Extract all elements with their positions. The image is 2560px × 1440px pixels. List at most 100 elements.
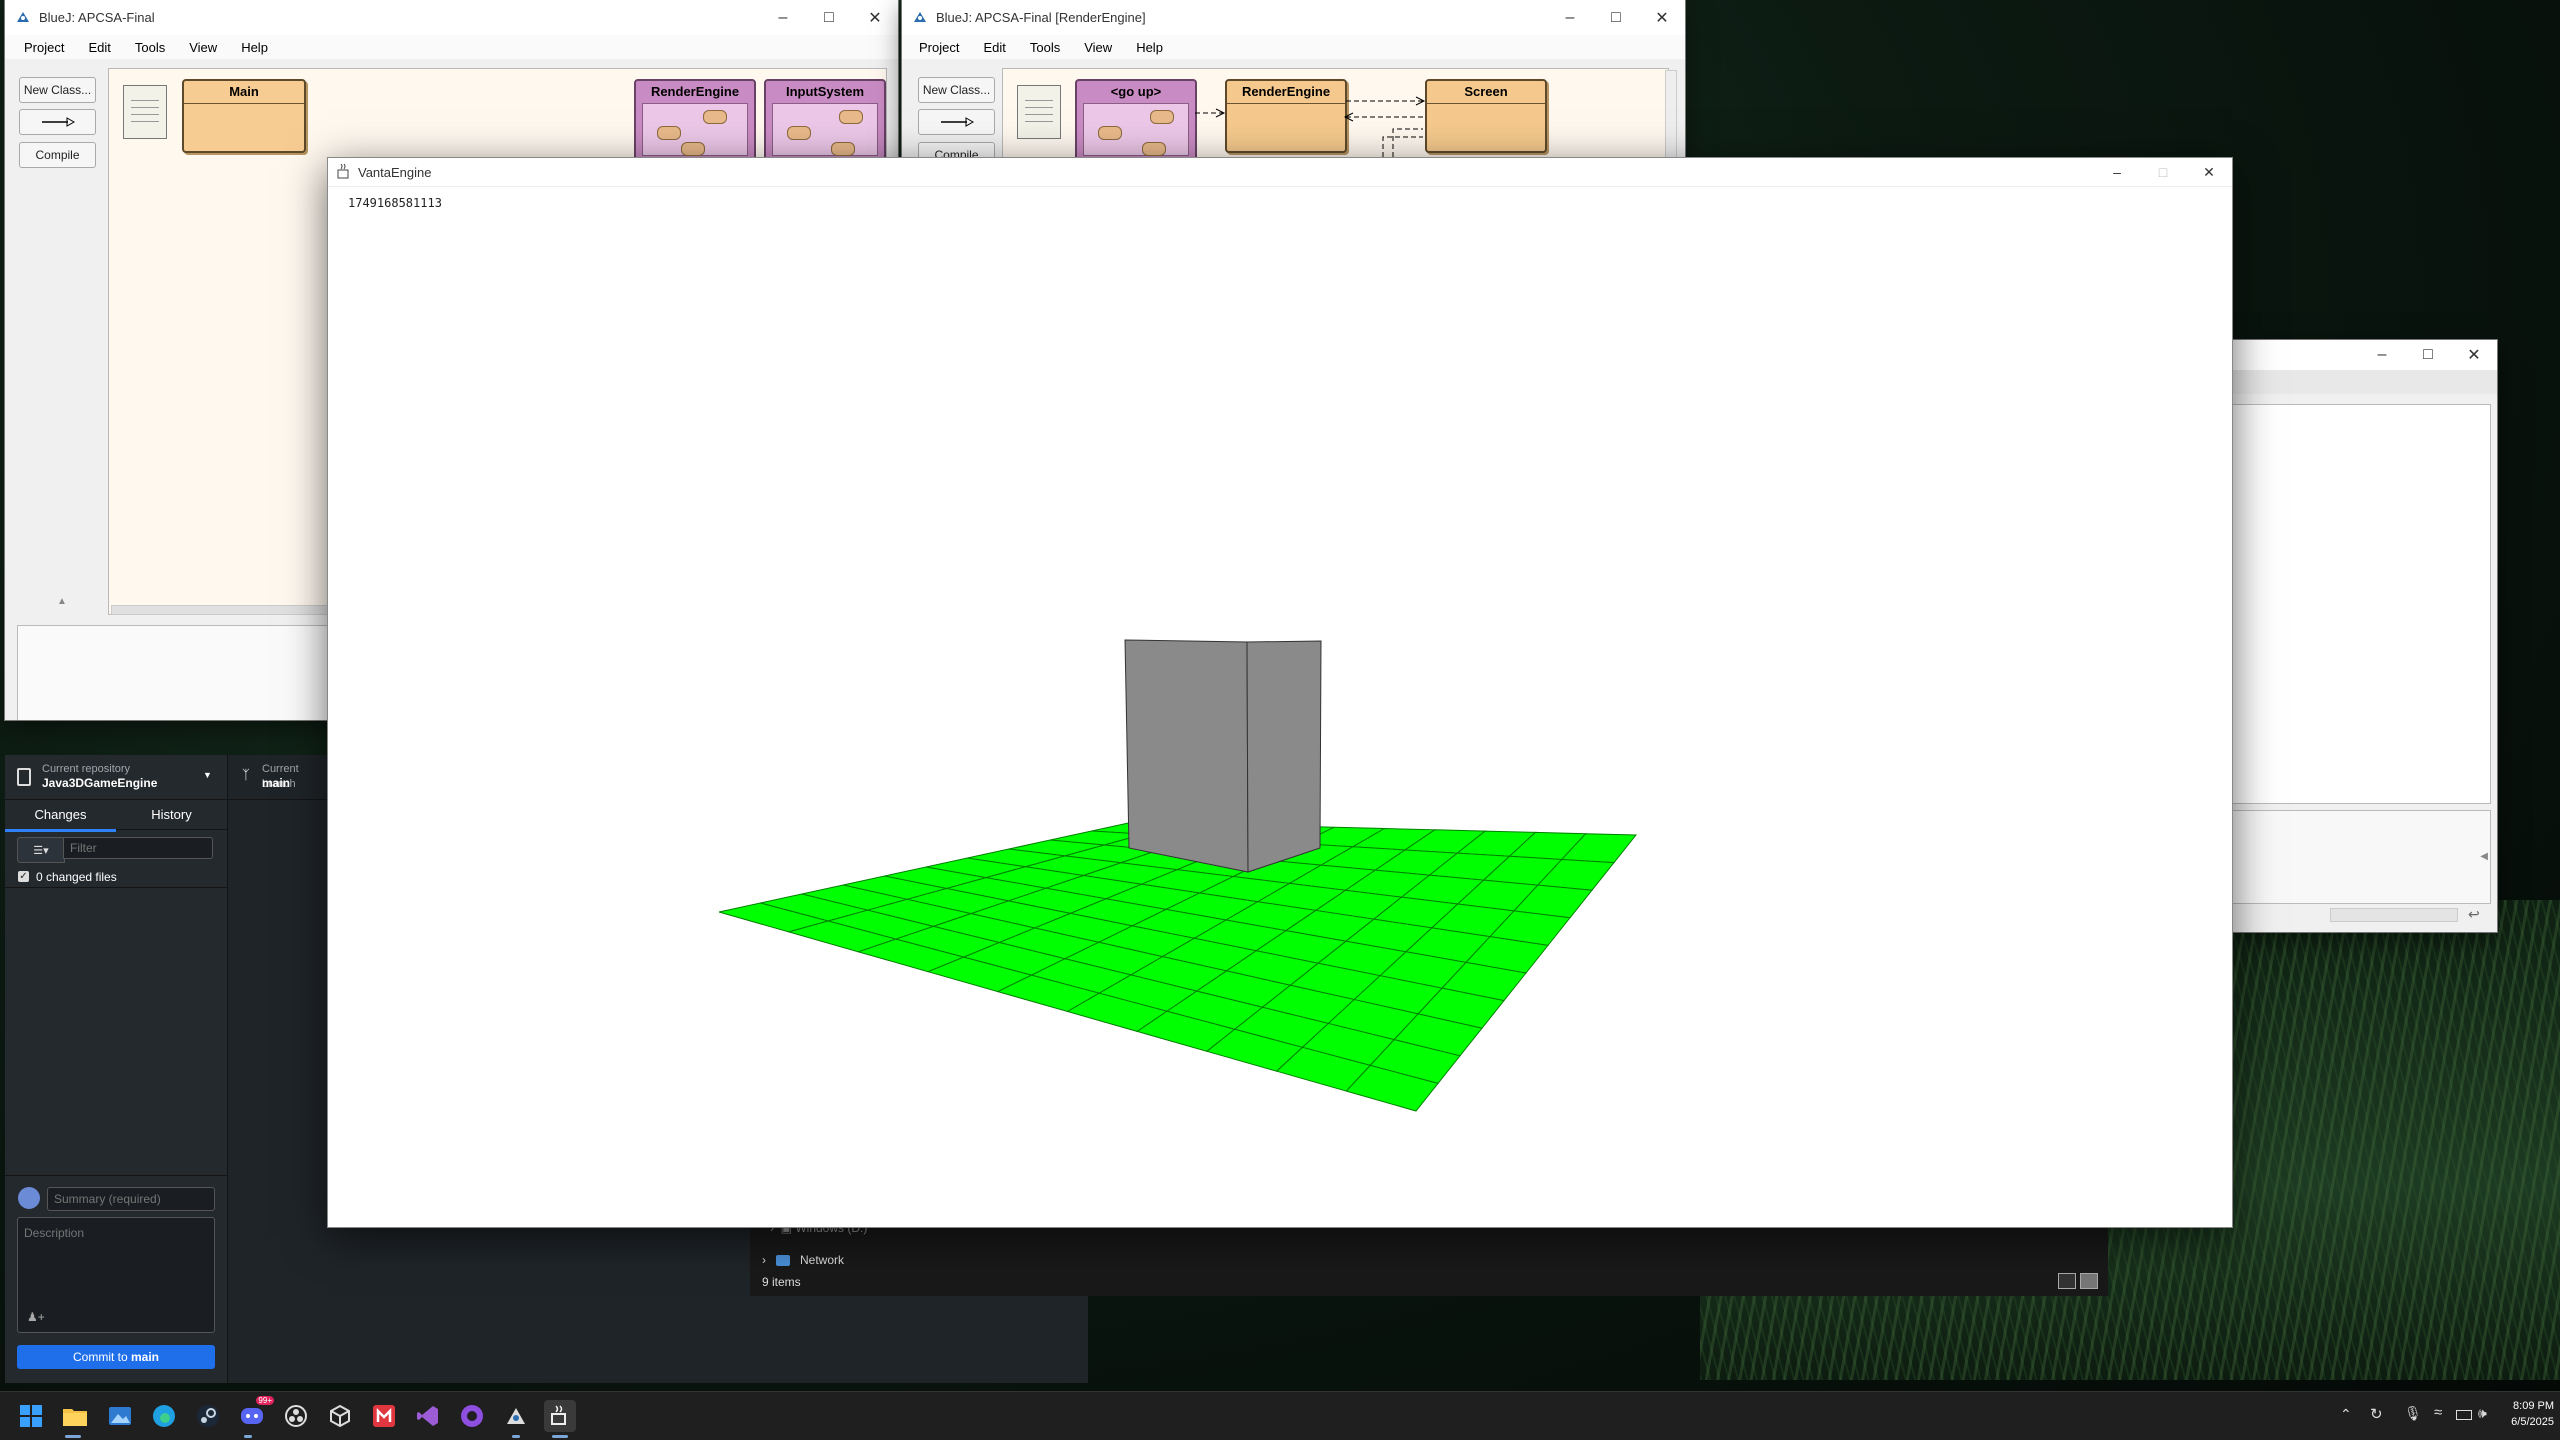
battery-icon[interactable] xyxy=(2456,1410,2472,1420)
mcreator-icon[interactable] xyxy=(368,1400,400,1432)
tab-history[interactable]: History xyxy=(116,799,227,830)
steam-icon[interactable] xyxy=(192,1400,224,1432)
java-app-icon[interactable] xyxy=(544,1400,576,1432)
chevron-down-icon: ▼ xyxy=(203,770,212,780)
arrow-icon xyxy=(41,117,75,127)
compile-button[interactable]: Compile xyxy=(19,142,96,168)
bluej-app-icon xyxy=(17,12,29,22)
add-coauthor-icon[interactable]: ♟+ xyxy=(27,1310,45,1324)
background-window-scrollbar[interactable] xyxy=(2330,908,2458,922)
maximize-button[interactable]: □ xyxy=(2140,158,2186,186)
menu-project[interactable]: Project xyxy=(24,40,64,55)
filter-options-button[interactable]: ☰▾ xyxy=(17,837,65,863)
vertical-scrollbar[interactable] xyxy=(1665,70,1677,167)
nav-item-network[interactable]: › Network xyxy=(762,1253,844,1267)
package-renderengine[interactable]: RenderEngine xyxy=(634,79,756,163)
volume-icon[interactable]: 🕪 xyxy=(2478,1405,2487,1422)
menu-edit[interactable]: Edit xyxy=(983,40,1005,55)
tab-history-label: History xyxy=(151,806,192,822)
branch-selector[interactable]: ᛉ Current branch main xyxy=(228,755,328,800)
minimize-button[interactable]: – xyxy=(2094,158,2140,186)
photos-icon[interactable] xyxy=(104,1400,136,1432)
class-diagram-canvas[interactable]: <go up> RenderEngine Screen xyxy=(1002,68,1669,170)
bluej-titlebar[interactable]: BlueJ: APCSA-Final [RenderEngine] – □ ✕ xyxy=(902,0,1685,35)
close-button[interactable]: ✕ xyxy=(2451,340,2497,370)
menu-help[interactable]: Help xyxy=(241,40,268,55)
class-main[interactable]: Main xyxy=(182,79,306,153)
sync-icon[interactable]: ↻ xyxy=(2370,1405,2383,1423)
start-windows-icon[interactable] xyxy=(15,1400,47,1432)
menu-view[interactable]: View xyxy=(189,40,217,55)
collapse-arrow-icon[interactable]: ◀ xyxy=(2480,851,2488,862)
file-explorer-icon[interactable] xyxy=(59,1400,91,1432)
minimize-button[interactable]: – xyxy=(1547,0,1593,35)
package-inputsystem[interactable]: InputSystem xyxy=(764,79,886,163)
horizontal-scrollbar[interactable] xyxy=(111,605,353,615)
wifi-icon[interactable]: ≈ xyxy=(2434,1404,2442,1421)
discord-icon[interactable]: 99+ xyxy=(236,1396,274,1432)
collapse-arrow-icon[interactable]: ▲ xyxy=(57,596,67,607)
close-button[interactable]: ✕ xyxy=(852,0,898,35)
window-title: BlueJ: APCSA-Final xyxy=(39,10,155,25)
background-window-editor[interactable] xyxy=(2232,404,2491,804)
minimize-button[interactable]: – xyxy=(2359,340,2405,370)
bluej-icon[interactable] xyxy=(500,1400,532,1432)
clock-time: 8:09 PM xyxy=(2513,1400,2554,1412)
java-app-icon xyxy=(337,164,349,179)
close-button[interactable]: ✕ xyxy=(1639,0,1685,35)
taskbar: 99+ ⌃ ↻ 🎙 ≈ 🕪 8:09 PM 6/5/2025 xyxy=(0,1391,2560,1440)
edge-browser-icon[interactable] xyxy=(148,1400,180,1432)
readme-note-icon[interactable] xyxy=(123,85,167,139)
repository-selector[interactable]: Current repository Java3DGameEngine ▼ xyxy=(5,755,227,800)
github-desktop-icon[interactable] xyxy=(456,1400,488,1432)
changed-files-count: 0 changed files xyxy=(36,870,117,884)
details-view-icon[interactable] xyxy=(2058,1273,2076,1289)
summary-input[interactable] xyxy=(47,1187,215,1211)
close-button[interactable]: ✕ xyxy=(2186,158,2232,186)
bluej-window-renderengine[interactable]: BlueJ: APCSA-Final [RenderEngine] – □ ✕ … xyxy=(902,0,1685,170)
arrow-icon xyxy=(940,117,974,127)
menu-view[interactable]: View xyxy=(1084,40,1112,55)
select-all-checkbox[interactable]: ✓ xyxy=(18,871,29,882)
filter-input[interactable] xyxy=(63,837,213,859)
new-arrow-button[interactable] xyxy=(918,109,995,135)
new-arrow-button[interactable] xyxy=(19,109,96,135)
bluej-titlebar[interactable]: BlueJ: APCSA-Final – □ ✕ xyxy=(5,0,898,35)
new-class-button[interactable]: New Class... xyxy=(918,77,995,103)
menu-tools[interactable]: Tools xyxy=(1030,40,1060,55)
menu-project[interactable]: Project xyxy=(919,40,959,55)
background-window[interactable]: – □ ✕ ◀ ↩ xyxy=(2232,340,2497,932)
vantaengine-titlebar[interactable]: VantaEngine – □ ✕ xyxy=(328,158,2232,187)
minimize-button[interactable]: – xyxy=(760,0,806,35)
maximize-button[interactable]: □ xyxy=(2405,340,2451,370)
network-icon xyxy=(776,1254,790,1266)
background-window-console[interactable]: ◀ xyxy=(2232,810,2491,904)
obs-icon[interactable] xyxy=(280,1400,312,1432)
commit-button[interactable]: Commit to main xyxy=(17,1345,215,1369)
visual-studio-icon[interactable] xyxy=(412,1400,444,1432)
maximize-button[interactable]: □ xyxy=(806,0,852,35)
menu-tools[interactable]: Tools xyxy=(135,40,165,55)
tiles-view-icon[interactable] xyxy=(2080,1273,2098,1289)
nav-item-label: Network xyxy=(800,1253,845,1267)
background-window-titlebar[interactable]: – □ ✕ xyxy=(2232,340,2497,370)
new-class-button[interactable]: New Class... xyxy=(19,77,96,103)
microphone-icon[interactable]: 🎙 xyxy=(2404,1405,2422,1422)
menu-edit[interactable]: Edit xyxy=(88,40,110,55)
tab-changes[interactable]: Changes xyxy=(5,799,116,832)
window-title: VantaEngine xyxy=(358,165,432,180)
menu-bar: Project Edit Tools View Help xyxy=(5,35,898,59)
description-textarea[interactable] xyxy=(17,1217,215,1333)
maximize-button[interactable]: □ xyxy=(1593,0,1639,35)
current-branch-name: main xyxy=(262,776,291,790)
wrap-icon[interactable]: ↩ xyxy=(2468,906,2480,923)
commit-branch: main xyxy=(131,1350,160,1364)
package-name: RenderEngine xyxy=(650,84,740,99)
bluej-app-icon xyxy=(914,12,926,22)
menu-help[interactable]: Help xyxy=(1136,40,1163,55)
vantaengine-window[interactable]: VantaEngine – □ ✕ 1749168581113 xyxy=(328,158,2232,1227)
unity-hub-icon[interactable] xyxy=(324,1400,356,1432)
show-hidden-icons-chevron-icon[interactable]: ⌃ xyxy=(2340,1406,2352,1423)
clock[interactable]: 8:09 PM 6/5/2025 xyxy=(2494,1398,2554,1430)
render-viewport[interactable] xyxy=(328,186,2232,1227)
